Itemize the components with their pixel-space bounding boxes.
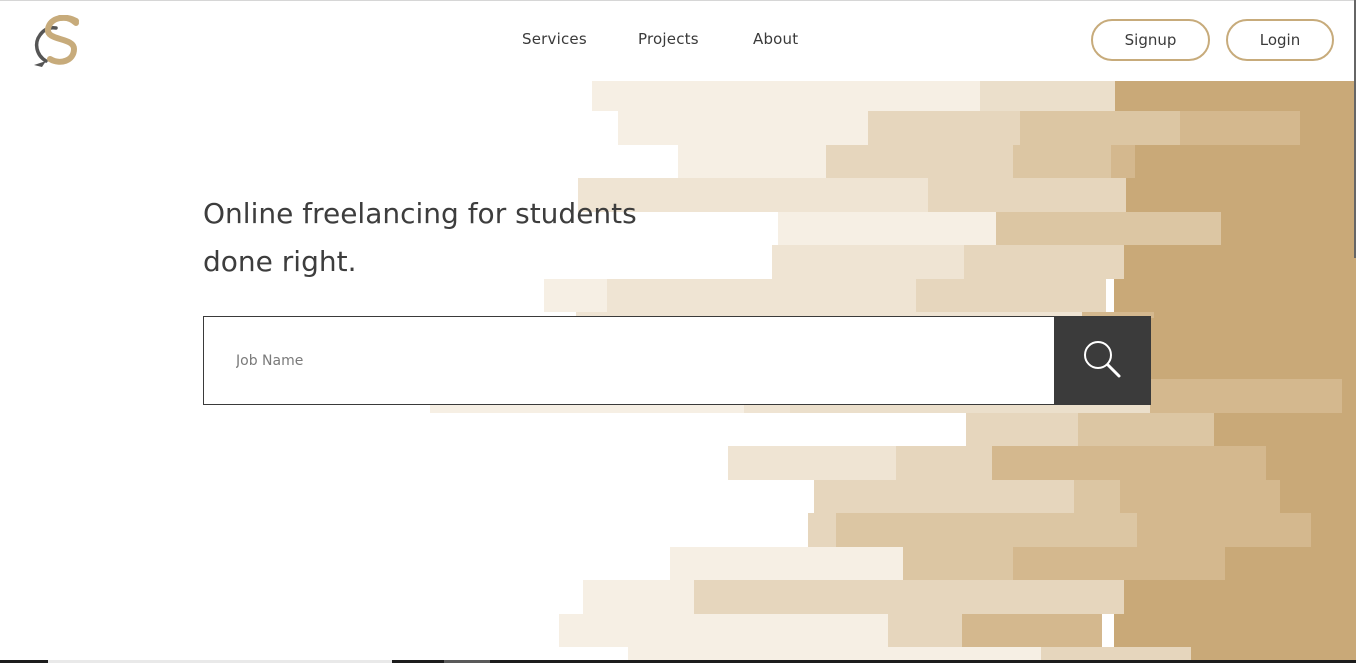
letter-s-logo-icon[interactable] <box>32 14 84 69</box>
hero-title-line-1: Online freelancing for students <box>203 197 637 230</box>
nav-projects[interactable]: Projects <box>638 30 699 48</box>
nav-about[interactable]: About <box>753 30 798 48</box>
hero-title-line-2: done right. <box>203 245 357 278</box>
search-button[interactable] <box>1054 317 1150 404</box>
nav-services[interactable]: Services <box>522 30 587 48</box>
login-button[interactable]: Login <box>1226 19 1334 61</box>
signup-button[interactable]: Signup <box>1091 19 1210 61</box>
search-icon <box>1082 339 1122 382</box>
job-name-input[interactable] <box>204 317 1054 404</box>
job-search-bar <box>203 316 1151 405</box>
hero-title: Online freelancing for students done rig… <box>203 190 763 286</box>
